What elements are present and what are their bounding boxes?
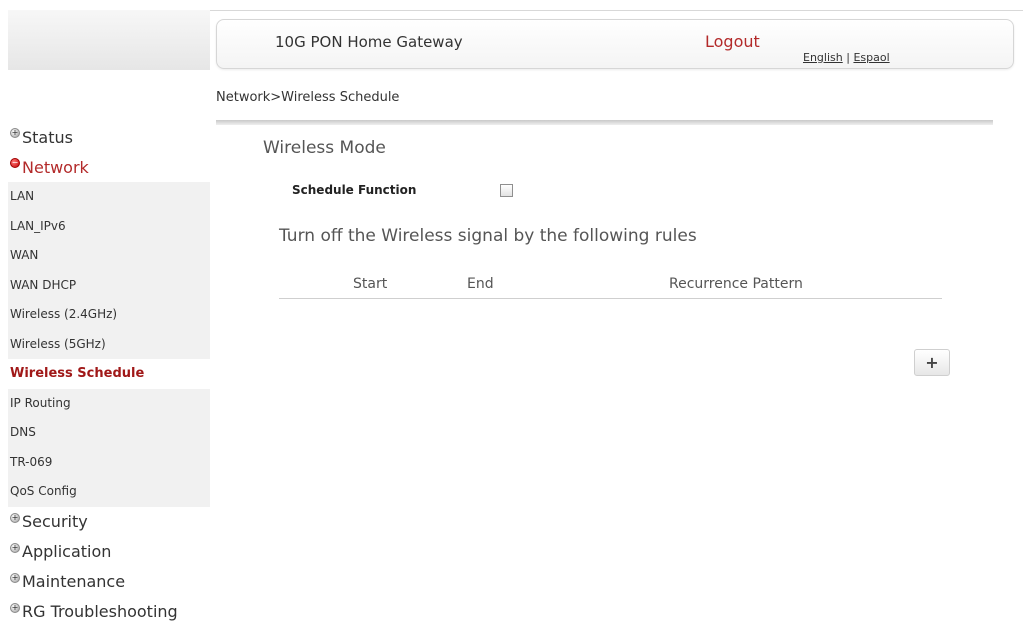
- plus-bullet-icon: +: [10, 602, 20, 613]
- sidebar-item-wireless-24ghz[interactable]: Wireless (2.4GHz): [8, 300, 210, 330]
- sidebar-item-application[interactable]: + Application: [8, 537, 210, 567]
- gateway-page: 10G PON Home Gateway Logout English | Es…: [0, 0, 1023, 622]
- column-header-recurrence: Recurrence Pattern: [669, 276, 803, 292]
- sidebar-item-label: Maintenance: [22, 572, 126, 591]
- sidebar-item-dns[interactable]: DNS: [8, 418, 210, 448]
- sidebar-item-maintenance[interactable]: + Maintenance: [8, 567, 210, 597]
- sidebar-item-ip-routing[interactable]: IP Routing: [8, 388, 210, 418]
- sidebar-item-network[interactable]: − Network: [8, 152, 210, 182]
- header-bar: 10G PON Home Gateway Logout English | Es…: [216, 19, 1014, 69]
- schedule-function-checkbox[interactable]: [500, 184, 513, 197]
- sidebar-item-wireless-5ghz[interactable]: Wireless (5GHz): [8, 329, 210, 359]
- sidebar-item-status[interactable]: + Status: [8, 122, 210, 152]
- network-submenu: LAN LAN_IPv6 WAN WAN DHCP Wireless (2.4G…: [8, 182, 210, 507]
- column-header-start: Start: [353, 276, 388, 292]
- sidebar-item-label: Security: [22, 512, 88, 531]
- logo-area: [8, 10, 210, 70]
- sidebar-item-lan[interactable]: LAN: [8, 182, 210, 212]
- lang-spanish-link[interactable]: Espaol: [853, 51, 889, 64]
- sidebar-item-label: Application: [22, 542, 112, 561]
- lang-separator: |: [842, 51, 854, 64]
- section-title: Wireless Mode: [263, 138, 386, 158]
- logout-link[interactable]: Logout: [705, 32, 760, 51]
- add-rule-button[interactable]: +: [914, 349, 950, 376]
- plus-bullet-icon: +: [10, 572, 20, 583]
- plus-bullet-icon: +: [10, 542, 20, 553]
- sidebar-item-security[interactable]: + Security: [8, 507, 210, 537]
- breadcrumb: Network>Wireless Schedule: [216, 90, 400, 105]
- sidebar-item-wan-dhcp[interactable]: WAN DHCP: [8, 270, 210, 300]
- schedule-table-header: Start End Recurrence Pattern: [279, 276, 942, 299]
- sidebar-item-lan-ipv6[interactable]: LAN_IPv6: [8, 211, 210, 241]
- sidebar-item-wireless-schedule[interactable]: Wireless Schedule: [8, 359, 210, 389]
- top-divider: [210, 10, 1023, 11]
- column-header-end: End: [467, 276, 494, 292]
- sidebar-item-tr069[interactable]: TR-069: [8, 447, 210, 477]
- plus-bullet-icon: +: [10, 128, 20, 138]
- plus-bullet-icon: +: [10, 512, 20, 523]
- plus-icon: +: [925, 352, 939, 372]
- sidebar-nav: + Status − Network LAN LAN_IPv6 WAN WAN …: [8, 122, 210, 622]
- breadcrumb-divider: [216, 120, 993, 125]
- rules-description: Turn off the Wireless signal by the foll…: [279, 226, 697, 246]
- gateway-title: 10G PON Home Gateway: [275, 33, 463, 51]
- sidebar-item-label: Network: [22, 157, 89, 177]
- sidebar-item-wan[interactable]: WAN: [8, 241, 210, 271]
- sidebar-item-qos-config[interactable]: QoS Config: [8, 477, 210, 507]
- lang-english-link[interactable]: English: [803, 51, 843, 64]
- language-switcher: English | Espaol: [803, 51, 890, 64]
- sidebar-item-rg-troubleshooting[interactable]: + RG Troubleshooting: [8, 597, 210, 622]
- sidebar-item-label: RG Troubleshooting: [22, 602, 178, 621]
- schedule-function-label: Schedule Function: [292, 183, 417, 197]
- sidebar-item-label: Status: [22, 127, 73, 147]
- minus-bullet-icon: −: [10, 158, 20, 168]
